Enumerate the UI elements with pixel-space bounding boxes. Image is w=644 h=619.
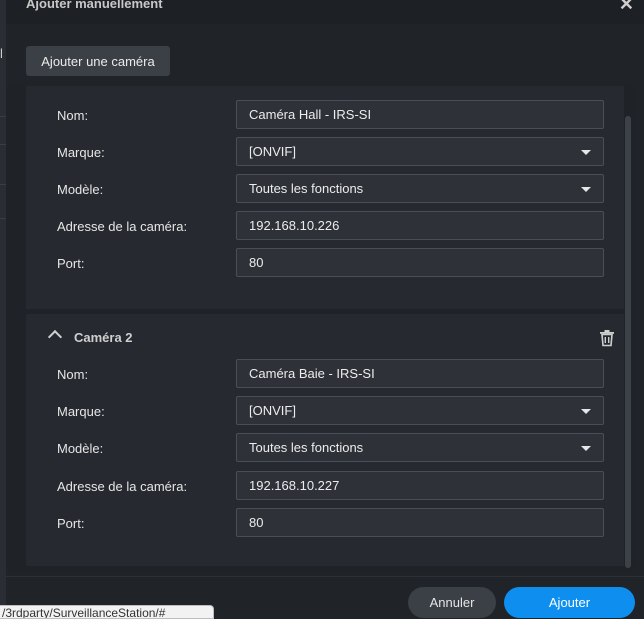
port-label: Port: <box>57 256 85 271</box>
model-value: Toutes les fonctions <box>249 440 364 455</box>
camera-list[interactable]: Nom: Caméra Hall - IRS-SI Marque: [ONVIF… <box>6 86 636 570</box>
camera-1-panel: Nom: Caméra Hall - IRS-SI Marque: [ONVIF… <box>26 86 624 309</box>
dialog-title: Ajouter manuellement <box>26 0 163 11</box>
camera-1-model-select[interactable]: Toutes les fonctions <box>236 174 604 203</box>
camera-2-brand-select[interactable]: [ONVIF] <box>236 396 604 425</box>
chevron-down-icon <box>581 187 591 192</box>
camera-1-port-field[interactable]: 80 <box>236 248 604 277</box>
dialog-header: Ajouter manuellement ✕ <box>6 0 644 24</box>
chevron-up-icon[interactable] <box>47 329 63 345</box>
brand-value: [ONVIF] <box>249 144 296 159</box>
add-camera-button[interactable]: Ajouter une caméra <box>26 46 170 76</box>
camera-1-address-field[interactable]: 192.168.10.226 <box>236 211 604 240</box>
add-button[interactable]: Ajouter <box>504 587 635 618</box>
model-label: Modèle: <box>57 441 104 456</box>
background-char: l <box>0 46 3 61</box>
trash-icon[interactable] <box>598 329 616 347</box>
model-value: Toutes les fonctions <box>249 181 364 196</box>
chevron-down-icon <box>581 446 591 451</box>
scrollbar[interactable] <box>625 116 631 568</box>
camera-2-model-select[interactable]: Toutes les fonctions <box>236 433 604 462</box>
chevron-down-icon <box>581 150 591 155</box>
address-label: Adresse de la caméra: <box>57 219 188 234</box>
brand-label: Marque: <box>57 145 105 160</box>
address-label: Adresse de la caméra: <box>57 479 188 494</box>
name-label: Nom: <box>57 108 89 123</box>
add-manually-dialog: Ajouter manuellement ✕ Ajouter une camér… <box>6 0 644 618</box>
cancel-button[interactable]: Annuler <box>408 587 496 618</box>
model-label: Modèle: <box>57 182 104 197</box>
camera-1-name-field[interactable]: Caméra Hall - IRS-SI <box>236 100 604 129</box>
name-label: Nom: <box>57 367 89 382</box>
camera-2-panel: Caméra 2 Nom: Caméra Baie - IRS-SI Marqu… <box>26 314 624 566</box>
footer-divider <box>6 576 644 577</box>
camera-2-address-field[interactable]: 192.168.10.227 <box>236 471 604 500</box>
brand-value: [ONVIF] <box>249 403 296 418</box>
close-icon[interactable]: ✕ <box>619 0 634 15</box>
camera-2-name-field[interactable]: Caméra Baie - IRS-SI <box>236 359 604 388</box>
chevron-down-icon <box>581 409 591 414</box>
camera-1-brand-select[interactable]: [ONVIF] <box>236 137 604 166</box>
brand-label: Marque: <box>57 404 105 419</box>
scrollbar-thumb[interactable] <box>625 116 631 568</box>
camera-2-title: Caméra 2 <box>74 330 133 345</box>
camera-2-port-field[interactable]: 80 <box>236 508 604 537</box>
port-label: Port: <box>57 516 85 531</box>
